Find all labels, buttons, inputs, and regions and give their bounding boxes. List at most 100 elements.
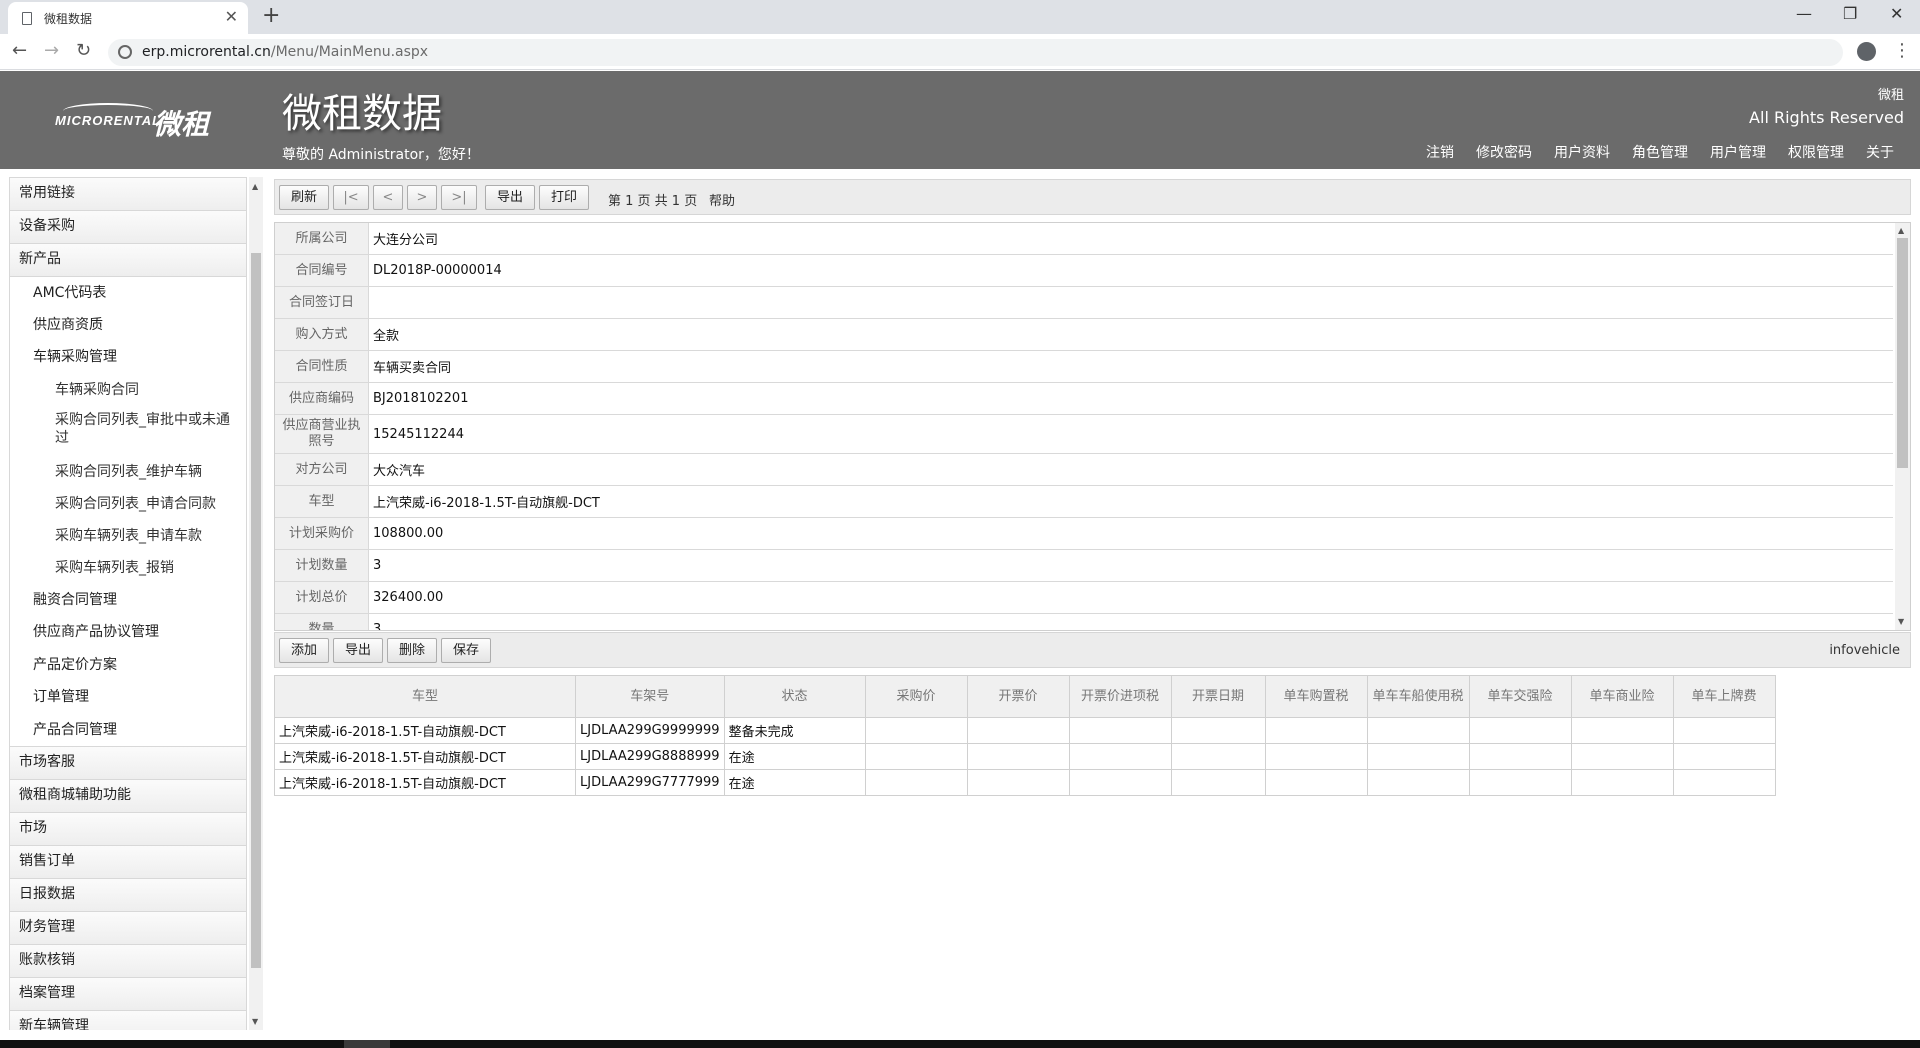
field-value[interactable]: 108800.00: [373, 518, 443, 549]
field-value[interactable]: 15245112244: [373, 415, 464, 453]
save-button[interactable]: 保存: [441, 638, 491, 663]
menu-vehicle-purchase-contract[interactable]: 车辆采购合同: [9, 373, 247, 406]
menu-product-contract[interactable]: 产品合同管理: [9, 713, 247, 746]
field-value[interactable]: 大众汽车: [373, 454, 425, 485]
detail-scrollbar[interactable]: ▲ ▼: [1895, 223, 1910, 630]
cell-vehicle-vessel-tax[interactable]: [1366, 743, 1470, 770]
menu-supplier-qualification[interactable]: 供应商资质: [9, 308, 247, 341]
nav-change-password[interactable]: 修改密码: [1476, 142, 1532, 162]
nav-about[interactable]: 关于: [1866, 142, 1894, 162]
menu-order-management[interactable]: 订单管理: [9, 681, 247, 714]
field-value[interactable]: 车辆买卖合同: [373, 351, 451, 382]
restore-button[interactable]: ❐: [1843, 4, 1857, 23]
next-page-button[interactable]: >: [407, 185, 437, 210]
help-link[interactable]: 帮助: [709, 190, 735, 209]
menu-new-vehicle[interactable]: 新车辆管理: [9, 1010, 247, 1030]
taskbar-active-app[interactable]: [344, 1040, 390, 1048]
col-vehicle-model[interactable]: 车型: [274, 675, 576, 718]
col-purchase-tax[interactable]: 单车购置税: [1264, 675, 1368, 718]
refresh-button[interactable]: 刷新: [279, 185, 329, 210]
field-value[interactable]: 大连分公司: [373, 223, 438, 254]
scroll-up-icon[interactable]: ▲: [1898, 226, 1904, 235]
col-commercial-insurance[interactable]: 单车商业险: [1570, 675, 1674, 718]
cell-invoice-date[interactable]: [1170, 769, 1266, 796]
reload-icon[interactable]: ↻: [76, 40, 91, 61]
sidebar-scroll-thumb[interactable]: [251, 253, 261, 968]
cell-invoice-input-tax[interactable]: [1068, 743, 1172, 770]
cell-vin[interactable]: LJDLAA299G9999999: [575, 717, 725, 744]
menu-daily-report[interactable]: 日报数据: [9, 878, 247, 911]
cell-registration-fee[interactable]: [1672, 743, 1776, 770]
col-invoice-price[interactable]: 开票价: [966, 675, 1070, 718]
cell-vehicle-vessel-tax[interactable]: [1366, 717, 1470, 744]
cell-vin[interactable]: LJDLAA299G8888999: [575, 743, 725, 770]
cell-invoice-date[interactable]: [1170, 743, 1266, 770]
table-row[interactable]: 上汽荣威-i6-2018-1.5T-自动旗舰-DCT LJDLAA299G999…: [274, 717, 1776, 744]
field-value[interactable]: 上汽荣威-i6-2018-1.5T-自动旗舰-DCT: [373, 486, 600, 517]
cell-invoice-price[interactable]: [966, 769, 1070, 796]
table-row[interactable]: 上汽荣威-i6-2018-1.5T-自动旗舰-DCT LJDLAA299G888…: [274, 743, 1776, 770]
field-value[interactable]: 326400.00: [373, 582, 443, 613]
cell-purchase-price[interactable]: [864, 717, 968, 744]
field-value[interactable]: BJ2018102201: [373, 383, 468, 414]
close-window-button[interactable]: ✕: [1890, 4, 1903, 23]
menu-contract-list-apply-payment[interactable]: 采购合同列表_申请合同款: [9, 487, 247, 520]
cell-vehicle-vessel-tax[interactable]: [1366, 769, 1470, 796]
cell-status[interactable]: 整备未完成: [723, 717, 866, 744]
sidebar-scrollbar[interactable]: ▲ ▼: [249, 177, 263, 1030]
cell-compulsory-insurance[interactable]: [1468, 717, 1572, 744]
cell-vehicle-model[interactable]: 上汽荣威-i6-2018-1.5T-自动旗舰-DCT: [274, 717, 576, 744]
cell-registration-fee[interactable]: [1672, 717, 1776, 744]
menu-mall-assist[interactable]: 微租商城辅助功能: [9, 779, 247, 812]
detail-scroll-thumb[interactable]: [1897, 238, 1908, 468]
cell-vehicle-model[interactable]: 上汽荣威-i6-2018-1.5T-自动旗舰-DCT: [274, 769, 576, 796]
cell-purchase-tax[interactable]: [1264, 769, 1368, 796]
cell-invoice-date[interactable]: [1170, 717, 1266, 744]
site-info-icon[interactable]: [118, 45, 132, 59]
scroll-down-icon[interactable]: ▼: [1898, 617, 1904, 626]
cell-status[interactable]: 在途: [723, 743, 866, 770]
menu-supplier-product-agreement[interactable]: 供应商产品协议管理: [9, 616, 247, 649]
nav-user-management[interactable]: 用户管理: [1710, 142, 1766, 162]
last-page-button[interactable]: >|: [441, 185, 477, 210]
cell-commercial-insurance[interactable]: [1570, 769, 1674, 796]
cell-invoice-input-tax[interactable]: [1068, 769, 1172, 796]
vehicle-export-button[interactable]: 导出: [333, 638, 383, 663]
delete-button[interactable]: 删除: [387, 638, 437, 663]
scroll-down-icon[interactable]: ▼: [252, 1017, 258, 1026]
menu-sales-orders[interactable]: 销售订单: [9, 845, 247, 878]
cell-purchase-price[interactable]: [864, 769, 968, 796]
back-icon[interactable]: ←: [12, 40, 27, 61]
col-status[interactable]: 状态: [723, 675, 866, 718]
cell-vin[interactable]: LJDLAA299G7777999: [575, 769, 725, 796]
field-value[interactable]: 全款: [373, 319, 399, 350]
field-value[interactable]: 3: [373, 550, 381, 581]
menu-market[interactable]: 市场: [9, 812, 247, 845]
cell-vehicle-model[interactable]: 上汽荣威-i6-2018-1.5T-自动旗舰-DCT: [274, 743, 576, 770]
col-compulsory-insurance[interactable]: 单车交强险: [1468, 675, 1572, 718]
menu-common-links[interactable]: 常用链接: [9, 177, 247, 210]
forward-icon[interactable]: →: [44, 40, 59, 61]
print-button[interactable]: 打印: [539, 185, 589, 210]
cell-purchase-tax[interactable]: [1264, 717, 1368, 744]
col-invoice-date[interactable]: 开票日期: [1170, 675, 1266, 718]
col-vehicle-vessel-tax[interactable]: 单车车船使用税: [1366, 675, 1470, 718]
close-tab-icon[interactable]: ✕: [225, 7, 238, 26]
add-button[interactable]: 添加: [279, 638, 329, 663]
minimize-button[interactable]: —: [1796, 4, 1812, 23]
menu-vehicle-list-apply-payment[interactable]: 采购车辆列表_申请车款: [9, 519, 247, 552]
menu-vehicle-purchase-management[interactable]: 车辆采购管理: [9, 341, 247, 374]
menu-finance[interactable]: 财务管理: [9, 911, 247, 944]
nav-logout[interactable]: 注销: [1426, 142, 1454, 162]
col-registration-fee[interactable]: 单车上牌费: [1672, 675, 1776, 718]
cell-commercial-insurance[interactable]: [1570, 717, 1674, 744]
profile-icon[interactable]: [1857, 42, 1876, 61]
browser-menu-icon[interactable]: ⋮: [1893, 40, 1911, 61]
cell-compulsory-insurance[interactable]: [1468, 743, 1572, 770]
menu-amc-codes[interactable]: AMC代码表: [9, 276, 247, 309]
menu-contract-list-maintain-vehicles[interactable]: 采购合同列表_维护车辆: [9, 455, 247, 488]
menu-vehicle-list-reimbursement[interactable]: 采购车辆列表_报销: [9, 551, 247, 584]
cell-invoice-price[interactable]: [966, 743, 1070, 770]
nav-role-management[interactable]: 角色管理: [1632, 142, 1688, 162]
nav-permission-management[interactable]: 权限管理: [1788, 142, 1844, 162]
